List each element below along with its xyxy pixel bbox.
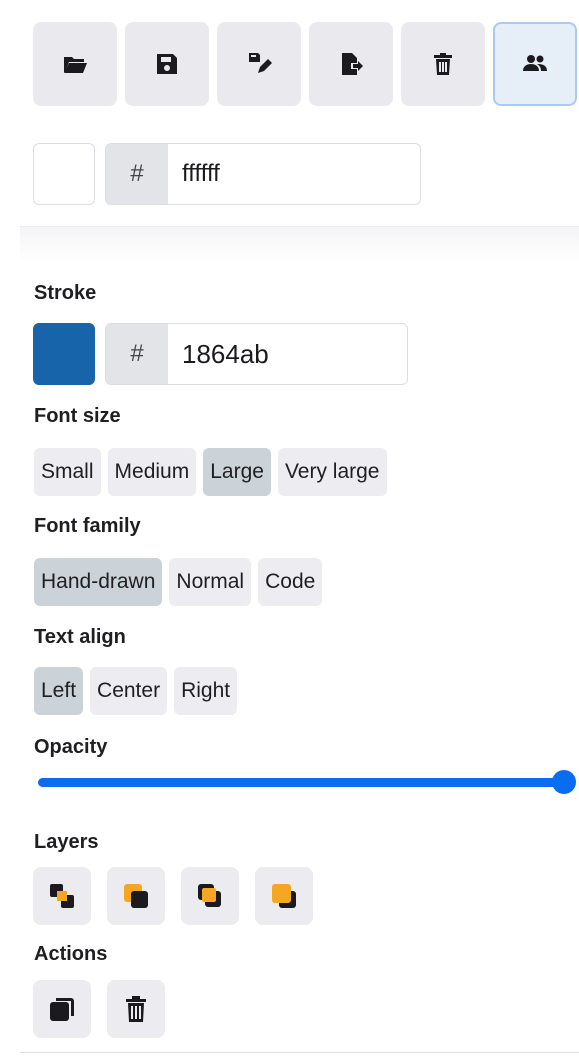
font-family-normal[interactable]: Normal [169, 558, 252, 606]
send-to-back-button[interactable] [33, 867, 91, 925]
font-family-code[interactable]: Code [258, 558, 323, 606]
action-buttons [33, 980, 165, 1038]
background-color-input[interactable]: ffffff [168, 144, 420, 204]
text-align-left[interactable]: Left [34, 667, 84, 715]
main-toolbar [33, 22, 577, 106]
moon-icon[interactable] [451, 160, 479, 188]
trash-icon [434, 53, 452, 75]
bottom-divider [20, 1052, 579, 1053]
background-color-input-group: # ffffff [105, 143, 421, 205]
collaborators-button[interactable] [493, 22, 577, 106]
font-size-label: Font size [34, 405, 121, 427]
font-family-label: Font family [34, 515, 141, 537]
save-as-button[interactable] [217, 22, 301, 106]
background-color-swatch[interactable] [33, 143, 95, 205]
slider-track [38, 778, 564, 787]
opacity-label: Opacity [34, 736, 108, 758]
font-size-small[interactable]: Small [34, 448, 101, 496]
canvas-background-row: # ffffff [33, 143, 479, 205]
section-divider [20, 226, 579, 263]
delete-button[interactable] [107, 980, 165, 1038]
bring-to-front-button[interactable] [255, 867, 313, 925]
stroke-label: Stroke [34, 282, 97, 304]
font-size-medium[interactable]: Medium [107, 448, 197, 496]
trash-icon [126, 996, 146, 1022]
hash-prefix: # [106, 324, 168, 384]
layers-label: Layers [34, 831, 99, 853]
font-family-options: Hand-drawn Normal Code [34, 558, 323, 606]
duplicate-icon [50, 998, 74, 1021]
text-align-center[interactable]: Center [90, 667, 168, 715]
text-align-options: Left Center Right [34, 667, 238, 715]
text-align-right[interactable]: Right [174, 667, 238, 715]
save-icon [157, 54, 177, 74]
collaborators-icon [523, 55, 547, 71]
stroke-color-row: # 1864ab [33, 323, 408, 385]
save-as-icon [249, 53, 272, 73]
font-size-options: Small Medium Large Very large [34, 448, 387, 496]
text-align-label: Text align [34, 626, 126, 648]
duplicate-button[interactable] [33, 980, 91, 1038]
stroke-color-swatch[interactable] [33, 323, 95, 385]
opacity-slider[interactable] [36, 770, 576, 794]
send-backward-button[interactable] [107, 867, 165, 925]
send-to-back-icon [50, 884, 74, 908]
bring-forward-icon [198, 884, 221, 907]
export-icon [342, 53, 363, 75]
clear-canvas-button[interactable] [401, 22, 485, 106]
layer-buttons [33, 867, 313, 925]
actions-label: Actions [34, 943, 108, 965]
export-button[interactable] [309, 22, 393, 106]
slider-thumb[interactable] [552, 770, 576, 794]
font-size-large[interactable]: Large [203, 448, 271, 496]
stroke-color-input[interactable]: 1864ab [168, 324, 407, 384]
save-button[interactable] [125, 22, 209, 106]
font-size-very-large[interactable]: Very large [277, 448, 387, 496]
open-button[interactable] [33, 22, 117, 106]
stroke-color-input-group: # 1864ab [105, 323, 408, 385]
folder-open-icon [64, 57, 87, 73]
bring-to-front-icon [272, 884, 296, 908]
hash-prefix: # [106, 144, 168, 204]
send-backward-icon [124, 884, 148, 908]
bring-forward-button[interactable] [181, 867, 239, 925]
font-family-hand-drawn[interactable]: Hand-drawn [34, 558, 163, 606]
